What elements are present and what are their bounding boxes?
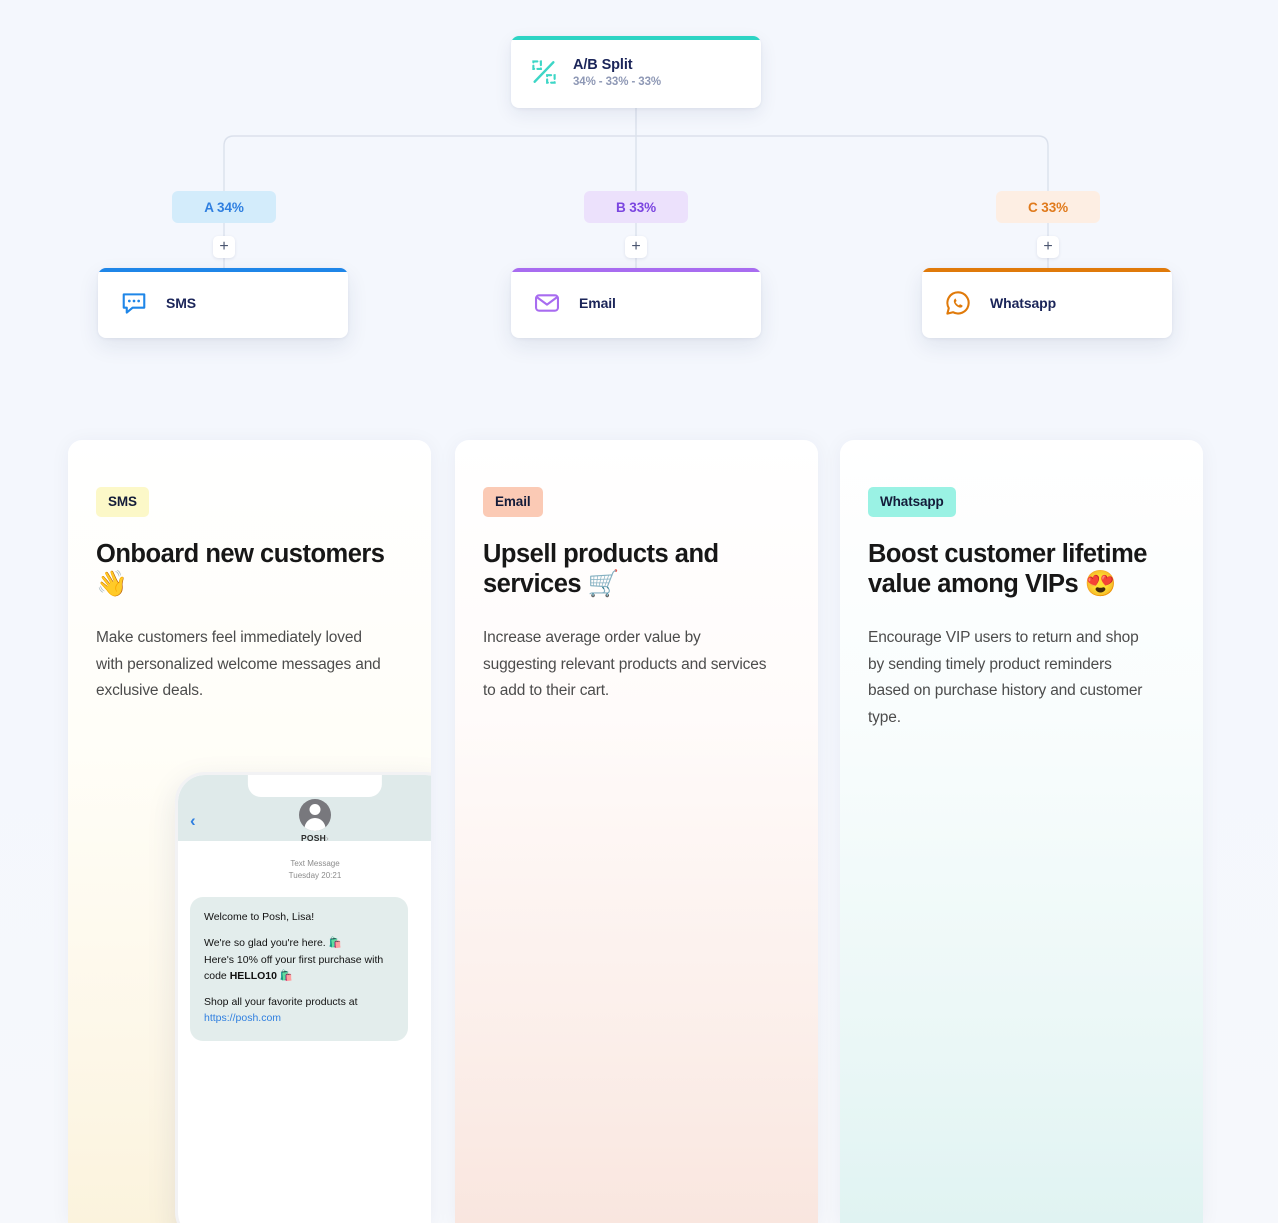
phone-notch (247, 775, 383, 797)
channel-accent-bar (511, 268, 761, 272)
add-step-button-b[interactable]: + (625, 236, 647, 258)
card-description-sms: Make customers feel immediately loved wi… (96, 629, 381, 700)
card-badge-whatsapp: Whatsapp (868, 487, 956, 517)
channel-accent-bar (922, 268, 1172, 272)
channel-label-sms: SMS (166, 295, 197, 311)
ab-split-subtitle: 34% - 33% - 33% (573, 75, 661, 88)
use-case-cards: SMS Onboard new customers 👋 Make custome… (0, 440, 1278, 1223)
card-description-whatsapp: Encourage VIP users to return and shop b… (868, 629, 1143, 727)
campaign-flow-page: A/B Split 34% - 33% - 33% A 34% B 33% C … (0, 0, 1278, 1223)
card-badge-email: Email (483, 487, 543, 517)
channel-label-whatsapp: Whatsapp (990, 295, 1057, 311)
use-case-card-whatsapp: Whatsapp Boost customer lifetime value a… (840, 440, 1203, 1223)
use-case-card-email: Email Upsell products and services 🛒 Inc… (455, 440, 818, 1223)
branch-pill-a[interactable]: A 34% (172, 191, 276, 223)
sms-line-1: Welcome to Posh, Lisa! (204, 911, 315, 923)
branch-pill-c[interactable]: C 33% (996, 191, 1100, 223)
channel-label-email: Email (579, 295, 616, 311)
sms-line-2: We're so glad you're here. 🛍️ Here's 10% … (204, 937, 384, 982)
ab-split-title: A/B Split (573, 56, 633, 73)
channel-node-email[interactable]: Email (511, 268, 761, 338)
sms-line-3: Shop all your favorite products at https… (204, 996, 358, 1025)
ab-split-node[interactable]: A/B Split 34% - 33% - 33% (511, 36, 761, 108)
ab-split-icon (532, 60, 556, 84)
sms-chat-icon (122, 293, 146, 314)
whatsapp-icon (946, 291, 970, 315)
card-description-email: Increase average order value by suggesti… (483, 629, 767, 700)
sms-message-meta: Text Message Tuesday 20:21 (288, 859, 342, 880)
channel-node-whatsapp[interactable]: Whatsapp (922, 268, 1172, 338)
sms-link[interactable]: https://posh.com (204, 1012, 281, 1024)
card-title-sms: Onboard new customers 👋 (96, 540, 385, 599)
chevron-right-icon: › (325, 833, 329, 843)
card-badge-sms: SMS (96, 487, 149, 517)
channel-accent-bar (98, 268, 348, 272)
branch-pill-b[interactable]: B 33% (584, 191, 688, 223)
use-case-card-sms: SMS Onboard new customers 👋 Make custome… (68, 440, 431, 1223)
sms-message-bubble: Welcome to Posh, Lisa! We're so glad you… (190, 897, 408, 1041)
chevron-left-icon[interactable]: ‹ (190, 811, 196, 831)
add-step-button-c[interactable]: + (1037, 236, 1059, 258)
card-title-email: Upsell products and services 🛒 (483, 540, 719, 599)
card-title-whatsapp: Boost customer lifetime value among VIPs… (868, 540, 1147, 599)
envelope-icon (534, 294, 560, 312)
sms-phone-mockup: ‹ POSH› Text Message Tuesday 20:21 Welco… (175, 772, 431, 1223)
add-step-button-a[interactable]: + (213, 236, 235, 258)
sms-contact-name: POSH› (301, 833, 329, 843)
flow-diagram: A/B Split 34% - 33% - 33% A 34% B 33% C … (0, 0, 1278, 430)
avatar (299, 799, 331, 831)
channel-node-sms[interactable]: SMS (98, 268, 348, 338)
ab-split-accent-bar (511, 36, 761, 40)
